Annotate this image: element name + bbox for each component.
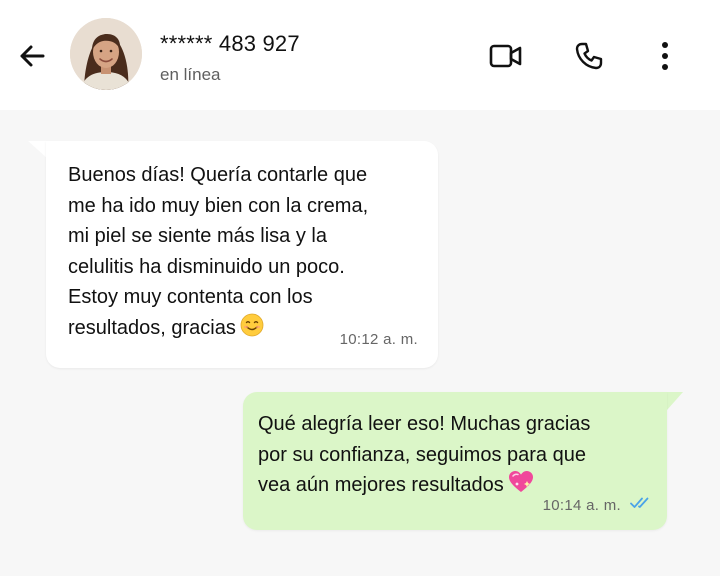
- incoming-message[interactable]: Buenos días! Quería contarle que me ha i…: [46, 141, 438, 368]
- phone-icon[interactable]: [571, 38, 607, 74]
- video-call-icon[interactable]: [488, 38, 524, 74]
- more-options-icon[interactable]: [647, 38, 683, 74]
- avatar[interactable]: [70, 18, 142, 90]
- chat-header: ****** 483 927 en línea: [0, 0, 720, 110]
- outgoing-bubble-tail: [667, 392, 683, 410]
- smiling-face-icon: [240, 313, 264, 347]
- incoming-bubble-tail: [28, 141, 48, 159]
- double-check-read-icon: [630, 489, 654, 520]
- message-text: Qué alegría leer eso! Muchas gracias por…: [258, 413, 591, 496]
- outgoing-message[interactable]: Qué alegría leer eso! Muchas gracias por…: [243, 392, 667, 530]
- contact-status: en línea: [160, 65, 221, 84]
- message-time: 10:12 a. m.: [339, 330, 418, 348]
- sparkling-heart-icon: [508, 470, 534, 504]
- message-time: 10:14 a. m.: [542, 496, 621, 514]
- contact-name[interactable]: ****** 483 927: [160, 31, 300, 57]
- message-text: Buenos días! Quería contarle que me ha i…: [68, 164, 369, 339]
- back-arrow-icon[interactable]: [16, 40, 48, 72]
